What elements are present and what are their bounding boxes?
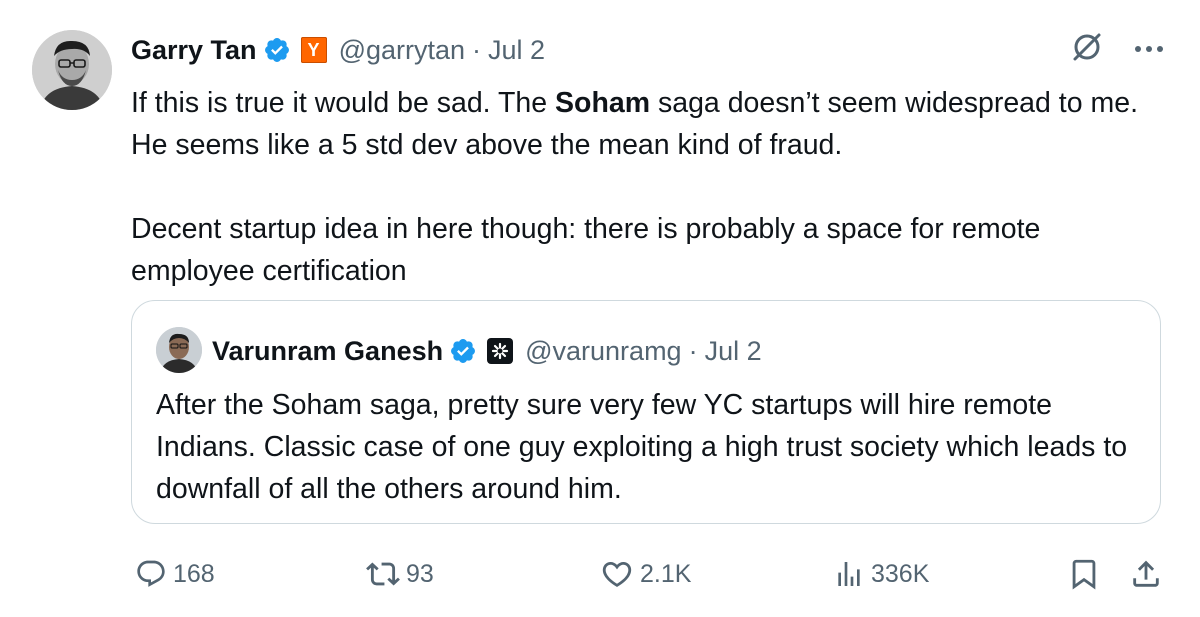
quoted-tweet-date[interactable]: Jul 2: [705, 336, 762, 367]
reply-count: 168: [173, 559, 215, 588]
affiliation-badge-icon[interactable]: [487, 338, 514, 364]
views-count: 336K: [871, 559, 930, 588]
action-bar: 168 93 2.1K 336K: [131, 552, 1166, 596]
quoted-author-name[interactable]: Varunram Ganesh: [212, 336, 443, 367]
views-icon: [838, 562, 860, 586]
bookmark-button[interactable]: [1067, 552, 1101, 596]
yc-affiliation-badge[interactable]: Y: [300, 37, 327, 63]
like-button[interactable]: 2.1K: [600, 552, 691, 596]
tweet-text-bold: Soham: [555, 87, 651, 119]
top-right-icons: [1070, 30, 1164, 69]
bookmark-icon: [1072, 559, 1096, 590]
author-avatar[interactable]: [32, 30, 112, 110]
repost-icon: [366, 562, 400, 586]
tweet-text: If this is true it would be sad. The Soh…: [131, 82, 1171, 292]
views-button[interactable]: 336K: [833, 552, 929, 596]
tweet-date[interactable]: Jul 2: [488, 35, 545, 66]
author-name[interactable]: Garry Tan: [131, 35, 257, 66]
separator-dot: ·: [688, 335, 698, 366]
quoted-author-handle[interactable]: @varunramg: [525, 336, 681, 367]
separator-dot: ·: [472, 34, 482, 65]
quoted-tweet[interactable]: Varunram Ganesh @varunramg · Jul 2 After…: [131, 300, 1161, 524]
more-icon[interactable]: [1134, 41, 1164, 59]
tweet-header: Garry Tan Y @garrytan · Jul 2: [131, 28, 545, 72]
reply-icon: [137, 560, 165, 587]
tweet-paragraph-1: If this is true it would be sad. The Soh…: [131, 82, 1171, 166]
reply-button[interactable]: 168: [135, 552, 215, 596]
tweet-text-segment: If this is true it would be sad. The: [131, 87, 556, 119]
heart-icon: [602, 561, 632, 587]
quoted-tweet-header: Varunram Ganesh @varunramg · Jul 2: [212, 329, 762, 373]
quoted-tweet-text: After the Soham saga, pretty sure very f…: [156, 389, 1128, 505]
verified-badge-icon[interactable]: [263, 36, 291, 64]
author-handle[interactable]: @garrytan: [339, 35, 465, 66]
quoted-author-avatar[interactable]: [156, 327, 202, 373]
verified-badge-icon[interactable]: [449, 337, 477, 365]
tweet[interactable]: Garry Tan Y @garrytan · Jul 2 If this is…: [0, 0, 1200, 617]
grok-icon[interactable]: [1070, 30, 1104, 69]
repost-count: 93: [406, 559, 434, 588]
tweet-paragraph-2: Decent startup idea in here though: ther…: [131, 213, 1041, 287]
like-count: 2.1K: [640, 559, 692, 588]
repost-button[interactable]: 93: [366, 552, 434, 596]
share-button[interactable]: [1129, 552, 1163, 596]
share-icon: [1133, 560, 1159, 587]
